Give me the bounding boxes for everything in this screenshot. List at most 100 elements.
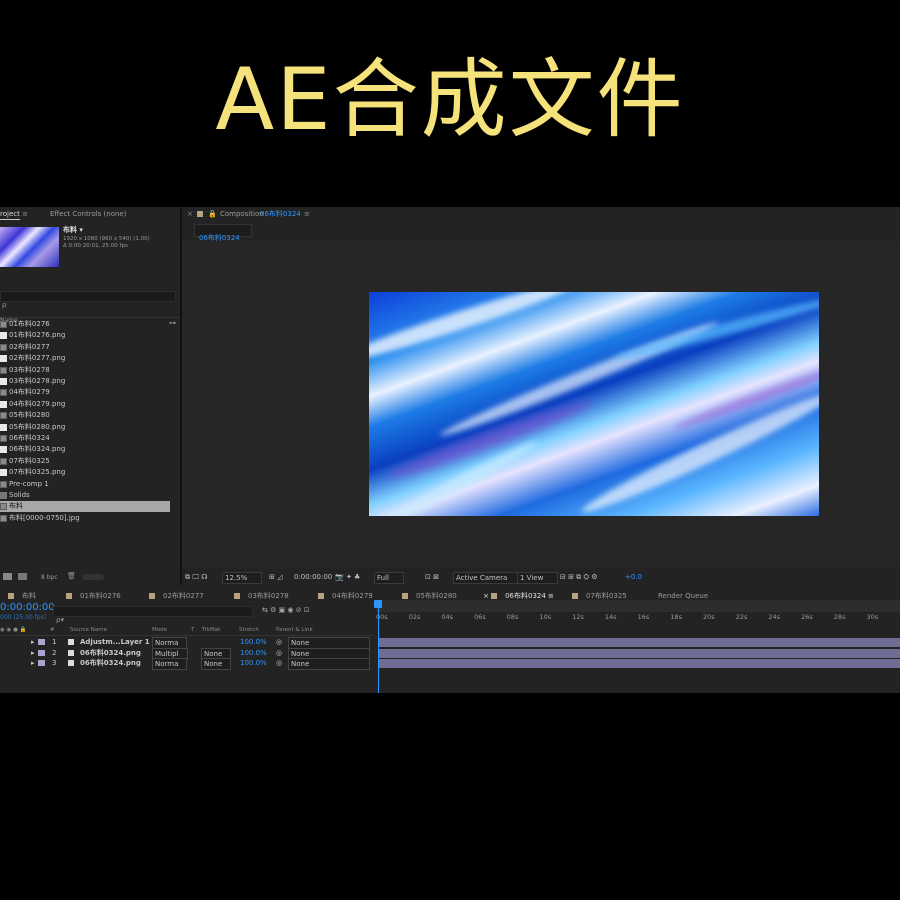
layer-name[interactable]: 06布料0324.png <box>80 658 141 668</box>
stretch-value[interactable]: 100.0% <box>240 658 267 668</box>
project-item[interactable]: 布料[0000-0750].jpg <box>0 513 170 524</box>
zoom-dropdown[interactable]: 12.5% <box>222 572 263 584</box>
region-icon[interactable]: ⊡ ⊠ <box>425 572 439 582</box>
project-item[interactable]: Pre-comp 1 <box>0 479 170 490</box>
project-item[interactable]: 06布料0324 <box>0 433 170 444</box>
layer-duration-bar[interactable] <box>378 659 900 668</box>
comp-viewer[interactable] <box>182 241 900 567</box>
pickwhip-icon[interactable]: ◎ <box>276 637 282 647</box>
image-file-icon <box>0 332 7 340</box>
project-item[interactable]: 布料 <box>0 501 170 513</box>
view-tools-icon[interactable]: ⊟ ⊞ ⧉ ⛭ ⚙ <box>560 572 598 582</box>
parent-dropdown[interactable]: None <box>288 658 371 670</box>
timeline-tab[interactable]: 布料 <box>8 591 36 601</box>
exposure-value[interactable]: +0.0 <box>625 572 642 582</box>
expand-triangle-icon[interactable]: ▸ <box>31 658 35 668</box>
view-layout-dropdown[interactable]: 1 View <box>517 572 559 584</box>
flowchart-icon[interactable]: ⊶ <box>169 319 176 328</box>
expand-triangle-icon[interactable]: ▸ <box>31 648 35 658</box>
tab-menu-icon[interactable]: ≡ <box>546 592 554 600</box>
comp-color-icon <box>572 593 578 599</box>
snapshot-icon[interactable]: 📷 ✦ ♣ <box>335 572 360 582</box>
project-item[interactable]: 05布料0280 <box>0 410 170 421</box>
resolution-dropdown[interactable]: Full <box>374 572 404 584</box>
project-footer: 8 bpc 🗑 <box>0 572 180 582</box>
project-item[interactable]: 01布料0276.png <box>0 330 170 341</box>
grid-icon[interactable]: ⊞ ◿ <box>269 572 282 582</box>
layer-duration-bar[interactable] <box>378 638 900 647</box>
current-time[interactable]: 0:00:00:00 <box>294 572 332 582</box>
close-icon[interactable]: × <box>483 592 491 600</box>
comp-frame-image <box>369 292 819 516</box>
timeline-tab[interactable]: 02布料0277 <box>149 591 204 601</box>
comp-menu-icon[interactable]: ≡ <box>304 210 310 219</box>
layer-name[interactable]: Adjustm...Layer 1 <box>80 637 150 647</box>
timeline-current-time[interactable]: 0:00:00:00 <box>0 602 55 614</box>
blend-mode-dropdown[interactable]: Norma <box>152 658 188 670</box>
pickwhip-icon[interactable]: ◎ <box>276 648 282 658</box>
selected-item-name[interactable]: 布料 ▾ <box>63 226 83 235</box>
trkmat-dropdown[interactable]: None <box>201 658 232 670</box>
camera-dropdown[interactable]: Active Camera <box>453 572 523 584</box>
project-item-label: Pre-comp 1 <box>9 479 49 488</box>
viewer-options-icon[interactable]: ⧉ 🖵 ☊ <box>185 572 207 582</box>
project-item[interactable]: 05布料0280.png <box>0 422 170 433</box>
project-item[interactable]: 01布料0276 <box>0 319 170 330</box>
folder-icon[interactable] <box>3 573 12 580</box>
project-item[interactable]: 07布料0325 <box>0 456 170 467</box>
stretch-value[interactable]: 100.0% <box>240 648 267 658</box>
stretch-value[interactable]: 100.0% <box>240 637 267 647</box>
project-item[interactable]: 07布料0325.png <box>0 467 170 478</box>
label-color-swatch[interactable] <box>38 660 45 666</box>
project-item[interactable]: Solids <box>0 490 170 501</box>
project-search-input[interactable]: ρ <box>0 291 176 309</box>
timeline-tab-label: 布料 <box>22 592 36 600</box>
timeline-search-input[interactable]: ρ▾ <box>53 606 253 624</box>
project-item[interactable]: 04布料0279 <box>0 387 170 398</box>
layer-row[interactable]: ▸ 1 Adjustm...Layer 1 Norma 100.0% ◎ None <box>0 637 374 649</box>
pickwhip-icon[interactable]: ◎ <box>276 658 282 668</box>
composition-icon <box>0 321 7 328</box>
project-item[interactable]: 04布料0279.png <box>0 399 170 410</box>
layer-row[interactable]: ▸ 2 06布料0324.png Multipl None 100.0% ◎ None <box>0 647 374 660</box>
timeline-switches-icon[interactable]: ⇆ ⚙ ▣ ◉ ⊘ ⊡ <box>262 606 310 615</box>
composition-icon <box>0 412 7 420</box>
project-scroll-slider[interactable] <box>82 574 104 580</box>
layer-row[interactable]: ▸ 3 06布料0324.png Norma None 100.0% ◎ None <box>0 658 374 670</box>
ruler-tick: 22s <box>735 613 748 621</box>
project-item[interactable]: 02布料0277 <box>0 342 170 353</box>
ruler-tick: 04s <box>441 613 454 621</box>
tab-effect-controls[interactable]: Effect Controls (none) <box>50 210 126 219</box>
project-item[interactable]: 02布料0277.png <box>0 353 170 364</box>
lock-icon[interactable]: 🔒 <box>208 210 217 219</box>
timeline-tab[interactable]: 04布料0279 <box>318 591 373 601</box>
ruler-tick: 18s <box>670 613 682 621</box>
composition-name[interactable]: 06布料0324 <box>260 210 301 219</box>
bpc-label[interactable]: 8 bpc <box>41 573 58 582</box>
project-item[interactable]: 06布料0324.png <box>0 444 170 455</box>
tab-project[interactable]: roject <box>0 210 20 220</box>
playhead[interactable] <box>378 600 379 693</box>
playhead-handle[interactable] <box>374 600 382 608</box>
timeline-tab-label: 01布料0276 <box>80 592 121 600</box>
expand-triangle-icon[interactable]: ▸ <box>31 637 35 647</box>
panel-menu-icon[interactable]: ≡ <box>22 210 28 219</box>
close-icon[interactable]: × <box>187 210 193 219</box>
work-area-bar[interactable] <box>376 600 900 612</box>
new-comp-icon[interactable] <box>18 573 27 580</box>
project-item[interactable]: 03布料0278.png <box>0 376 170 387</box>
label-color-swatch[interactable] <box>38 639 45 645</box>
timeline-tab[interactable]: 01布料0276 <box>66 591 121 601</box>
layer-duration-bar[interactable] <box>378 648 900 658</box>
column-header: Name <box>0 307 180 324</box>
project-panel: roject ≡ Effect Controls (none) 布料 ▾ 192… <box>0 207 180 581</box>
trash-icon[interactable]: 🗑 <box>67 572 76 581</box>
project-item-label: 07布料0325.png <box>9 468 66 477</box>
project-item[interactable]: 03布料0278 <box>0 365 170 376</box>
layer-name[interactable]: 06布料0324.png <box>80 648 141 658</box>
project-item-label: 04布料0279 <box>9 388 50 397</box>
timeline-tab-label: 05布料0280 <box>416 592 457 600</box>
comp-subtab[interactable]: 06布料0324 <box>194 224 252 242</box>
timeline-tab[interactable]: 03布料0278 <box>234 591 289 601</box>
label-color-swatch[interactable] <box>38 649 45 656</box>
